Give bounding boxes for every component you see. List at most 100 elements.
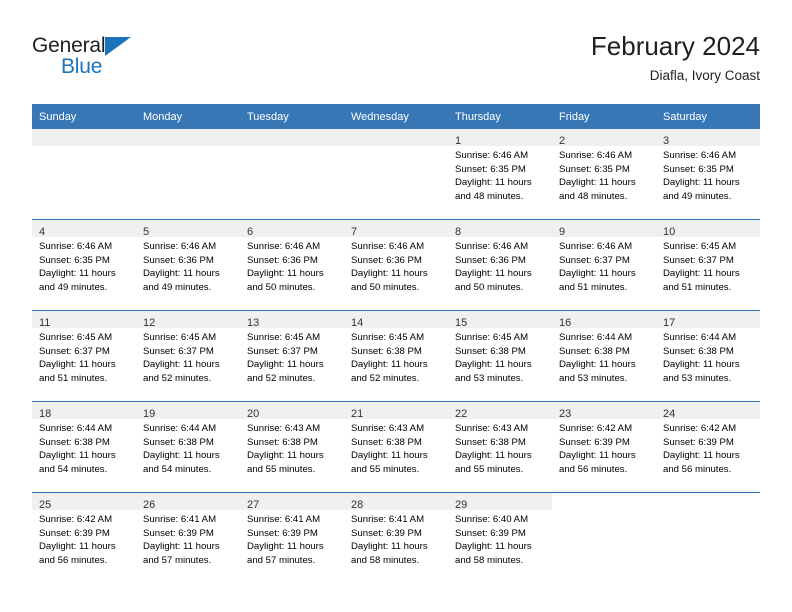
day-detail-line: Daylight: 11 hours — [455, 359, 532, 371]
calendar-cell-day[interactable]: 2 Sunrise: 6:46 AM Sunset: 6:35 PM Daylight… — [552, 129, 656, 220]
calendar-cell-day[interactable]: 5 Sunrise: 6:46 AM Sunset: 6:36 PM Daylight… — [136, 219, 240, 311]
day-detail-line: Sunrise: 6:45 AM — [663, 241, 737, 252]
day-detail-line: Sunrise: 6:46 AM — [143, 241, 217, 252]
day-detail-line: Sunrise: 6:46 AM — [559, 150, 633, 161]
day-number: 4 — [39, 226, 46, 238]
day-detail-line: Sunset: 6:36 PM — [143, 254, 214, 266]
day-number: 24 — [663, 408, 676, 420]
day-number-band — [344, 129, 448, 146]
calendar-cell-day[interactable]: 14 Sunrise: 6:45 AM Sunset: 6:38 PM Dayligh… — [344, 310, 448, 402]
day-detail-lines: Sunrise: 6:41 AM Sunset: 6:39 PM Daylight:… — [136, 510, 240, 567]
day-number: 26 — [143, 499, 156, 511]
day-number-band: 26 — [136, 493, 240, 511]
calendar-cell-day[interactable]: 1 Sunrise: 6:46 AM Sunset: 6:35 PM Daylight… — [448, 129, 552, 220]
day-detail-line: Sunrise: 6:46 AM — [455, 150, 529, 161]
calendar-cell-day[interactable]: 7 Sunrise: 6:46 AM Sunset: 6:36 PM Daylight… — [344, 219, 448, 311]
day-detail-line: Sunset: 6:39 PM — [351, 527, 422, 539]
day-detail-line: and 48 minutes. — [455, 190, 524, 202]
calendar-cell-day[interactable]: 11 Sunrise: 6:45 AM Sunset: 6:37 PM Dayligh… — [32, 310, 136, 402]
day-detail-line: Daylight: 11 hours — [143, 450, 220, 462]
calendar-cell-day[interactable]: 15 Sunrise: 6:45 AM Sunset: 6:38 PM Dayligh… — [448, 310, 552, 402]
calendar-cell-day[interactable]: 24 Sunrise: 6:42 AM Sunset: 6:39 PM Dayligh… — [656, 401, 760, 493]
day-detail-lines: Sunrise: 6:40 AM Sunset: 6:39 PM Daylight:… — [448, 510, 552, 567]
day-detail-lines: Sunrise: 6:46 AM Sunset: 6:37 PM Daylight:… — [552, 237, 656, 294]
brand-triangle-icon — [105, 37, 131, 56]
day-detail-line: Daylight: 11 hours — [663, 268, 740, 280]
day-number-band: 24 — [656, 402, 760, 420]
day-detail-line: and 52 minutes. — [143, 372, 212, 384]
day-detail-line: Sunset: 6:38 PM — [351, 436, 422, 448]
calendar-cell-day[interactable]: 10 Sunrise: 6:45 AM Sunset: 6:37 PM Dayligh… — [656, 219, 760, 311]
day-number: 10 — [663, 226, 676, 238]
day-number-band: 6 — [240, 220, 344, 238]
day-detail-line: and 53 minutes. — [559, 372, 628, 384]
day-detail-line: Daylight: 11 hours — [351, 359, 428, 371]
day-detail-line: Sunset: 6:39 PM — [39, 527, 110, 539]
calendar-cell-day[interactable]: 4 Sunrise: 6:46 AM Sunset: 6:35 PM Daylight… — [32, 219, 136, 311]
day-number-band: 21 — [344, 402, 448, 420]
calendar-cell-day[interactable]: 8 Sunrise: 6:46 AM Sunset: 6:36 PM Daylight… — [448, 219, 552, 311]
calendar-cell-day[interactable]: 26 Sunrise: 6:41 AM Sunset: 6:39 PM Dayligh… — [136, 492, 240, 583]
day-detail-line: Daylight: 11 hours — [455, 177, 532, 189]
day-detail-line: Sunrise: 6:41 AM — [351, 514, 425, 525]
day-detail-line: Sunrise: 6:42 AM — [559, 423, 633, 434]
day-number-band: 19 — [136, 402, 240, 420]
day-number: 17 — [663, 317, 676, 329]
day-detail-line: Sunrise: 6:44 AM — [663, 332, 737, 343]
calendar-cell-day[interactable]: 17 Sunrise: 6:44 AM Sunset: 6:38 PM Dayligh… — [656, 310, 760, 402]
day-detail-line: and 49 minutes. — [39, 281, 108, 293]
day-number-band — [136, 129, 240, 146]
day-detail-line: Daylight: 11 hours — [351, 541, 428, 553]
calendar-cell-day[interactable]: 6 Sunrise: 6:46 AM Sunset: 6:36 PM Daylight… — [240, 219, 344, 311]
calendar-cell-day[interactable]: 27 Sunrise: 6:41 AM Sunset: 6:39 PM Dayligh… — [240, 492, 344, 583]
calendar-cell-day[interactable]: 22 Sunrise: 6:43 AM Sunset: 6:38 PM Dayligh… — [448, 401, 552, 493]
weekday-header-row: Sunday Monday Tuesday Wednesday Thursday… — [32, 104, 760, 129]
calendar-cell-day[interactable]: 23 Sunrise: 6:42 AM Sunset: 6:39 PM Dayligh… — [552, 401, 656, 493]
calendar-cell-day[interactable]: 12 Sunrise: 6:45 AM Sunset: 6:37 PM Dayligh… — [136, 310, 240, 402]
day-detail-lines: Sunrise: 6:46 AM Sunset: 6:36 PM Daylight:… — [344, 237, 448, 294]
day-number-band: 5 — [136, 220, 240, 238]
day-detail-lines: Sunrise: 6:42 AM Sunset: 6:39 PM Daylight:… — [552, 419, 656, 476]
calendar-cell-day[interactable]: 21 Sunrise: 6:43 AM Sunset: 6:38 PM Dayligh… — [344, 401, 448, 493]
day-detail-line: and 57 minutes. — [247, 554, 316, 566]
day-number: 16 — [559, 317, 572, 329]
day-detail-lines: Sunrise: 6:41 AM Sunset: 6:39 PM Daylight:… — [240, 510, 344, 567]
calendar-cell-day[interactable]: 25 Sunrise: 6:42 AM Sunset: 6:39 PM Dayligh… — [32, 492, 136, 583]
calendar-cell-day[interactable]: 20 Sunrise: 6:43 AM Sunset: 6:38 PM Dayligh… — [240, 401, 344, 493]
calendar-cell-day[interactable]: 18 Sunrise: 6:44 AM Sunset: 6:38 PM Dayligh… — [32, 401, 136, 493]
calendar-cell-day[interactable]: 9 Sunrise: 6:46 AM Sunset: 6:37 PM Daylight… — [552, 219, 656, 311]
day-number-band: 9 — [552, 220, 656, 238]
day-detail-line: Daylight: 11 hours — [39, 268, 116, 280]
day-detail-line: Sunrise: 6:45 AM — [351, 332, 425, 343]
weekday-header-tuesday: Tuesday — [240, 104, 344, 129]
day-detail-line: and 49 minutes. — [143, 281, 212, 293]
day-detail-line: Daylight: 11 hours — [351, 450, 428, 462]
day-detail-line: Sunrise: 6:42 AM — [39, 514, 113, 525]
day-number-band: 27 — [240, 493, 344, 511]
day-detail-line: and 56 minutes. — [559, 463, 628, 475]
calendar-cell-day[interactable]: 28 Sunrise: 6:41 AM Sunset: 6:39 PM Dayligh… — [344, 492, 448, 583]
day-detail-lines: Sunrise: 6:45 AM Sunset: 6:37 PM Daylight:… — [656, 237, 760, 294]
day-detail-line: Sunrise: 6:44 AM — [39, 423, 113, 434]
day-detail-line: Sunrise: 6:41 AM — [247, 514, 321, 525]
calendar-cell-day[interactable]: 16 Sunrise: 6:44 AM Sunset: 6:38 PM Dayligh… — [552, 310, 656, 402]
general-blue-logo: General Blue — [32, 34, 212, 90]
day-detail-line: Daylight: 11 hours — [455, 541, 532, 553]
day-detail-line: Sunset: 6:39 PM — [247, 527, 318, 539]
day-detail-lines: Sunrise: 6:42 AM Sunset: 6:39 PM Daylight:… — [656, 419, 760, 476]
day-detail-line: and 55 minutes. — [455, 463, 524, 475]
calendar-cell-day[interactable]: 29 Sunrise: 6:40 AM Sunset: 6:39 PM Dayligh… — [448, 492, 552, 583]
day-detail-line: and 56 minutes. — [663, 463, 732, 475]
weekday-header-saturday: Saturday — [656, 104, 760, 129]
day-detail-line: Daylight: 11 hours — [143, 268, 220, 280]
day-number: 9 — [559, 226, 566, 238]
day-detail-lines: Sunrise: 6:46 AM Sunset: 6:35 PM Daylight:… — [32, 237, 136, 294]
weekday-header-friday: Friday — [552, 104, 656, 129]
calendar-cell-day[interactable]: 3 Sunrise: 6:46 AM Sunset: 6:35 PM Daylight… — [656, 129, 760, 220]
calendar-cell-day[interactable]: 13 Sunrise: 6:45 AM Sunset: 6:37 PM Dayligh… — [240, 310, 344, 402]
weekday-header-wednesday: Wednesday — [344, 104, 448, 129]
day-number-band — [240, 129, 344, 146]
calendar-cell-day[interactable]: 19 Sunrise: 6:44 AM Sunset: 6:38 PM Dayligh… — [136, 401, 240, 493]
weekday-header-sunday: Sunday — [32, 104, 136, 129]
day-number: 18 — [39, 408, 52, 420]
